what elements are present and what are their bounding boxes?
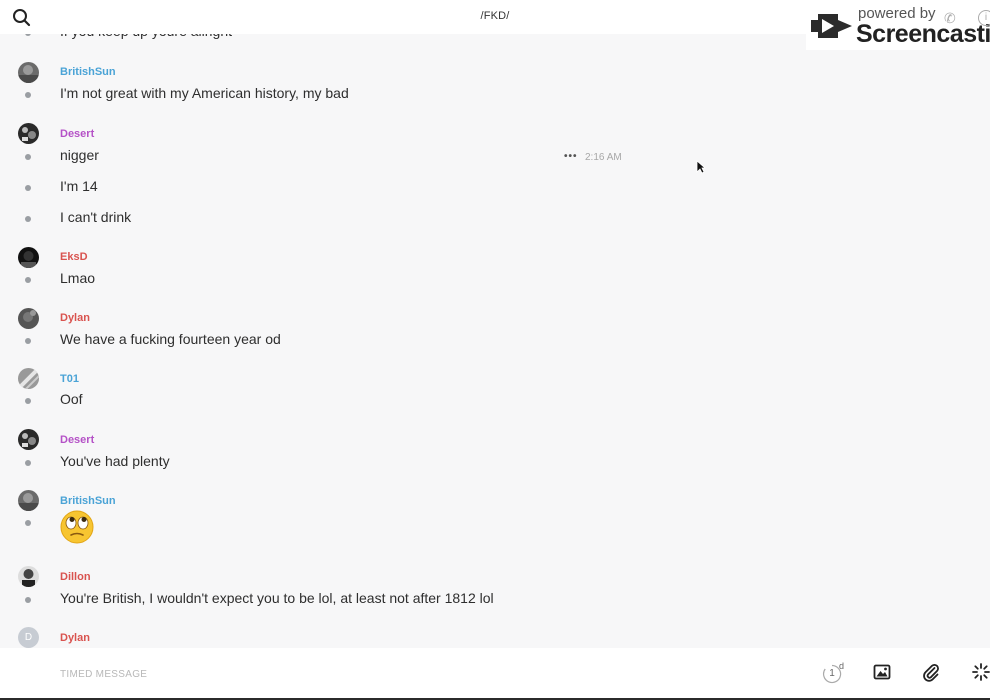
username[interactable]: Desert — [60, 434, 94, 446]
image-icon — [873, 664, 891, 680]
screencastify-watermark: powered by Screencastify ✆ i — [806, 2, 990, 50]
message-text: I can't drink — [60, 209, 132, 225]
avatar[interactable] — [18, 429, 39, 450]
username[interactable]: Dylan — [60, 312, 90, 324]
timer-button[interactable]: 1 d — [822, 661, 845, 684]
message-line[interactable]: nigger ••• 2:16 AM — [0, 147, 990, 167]
avatar[interactable] — [18, 368, 39, 389]
message-text: Oof — [60, 391, 83, 407]
message-bullet — [25, 154, 31, 160]
message-line[interactable]: Oof — [0, 391, 990, 411]
composer-bar: 1 d — [0, 648, 990, 700]
screencastify-logo — [811, 14, 852, 38]
message-line[interactable]: I'm not great with my American history, … — [0, 85, 990, 105]
message-bullet — [25, 216, 31, 222]
message-bullet — [25, 520, 31, 526]
message-text: nigger — [60, 147, 99, 163]
message-line[interactable]: Lmao — [0, 270, 990, 290]
message-line[interactable]: You've had plenty — [0, 453, 990, 473]
message-text: You've had plenty — [60, 453, 170, 469]
timer-unit: d — [839, 661, 845, 671]
message-input[interactable] — [60, 664, 800, 684]
message-bullet — [25, 185, 31, 191]
more-options-button[interactable]: ••• — [564, 151, 578, 162]
username[interactable]: BritishSun — [60, 66, 116, 78]
avatar[interactable] — [18, 566, 39, 587]
message-bullet — [25, 277, 31, 283]
avatar[interactable] — [18, 62, 39, 83]
watermark-brand: Screencastify — [856, 20, 990, 48]
message-text: Lmao — [60, 270, 96, 286]
username[interactable]: Desert — [60, 128, 94, 140]
message-bullet — [25, 597, 31, 603]
attach-button[interactable] — [921, 662, 941, 682]
phone-icon[interactable]: ✆ — [944, 10, 956, 27]
message-line[interactable]: I'm 14 — [0, 178, 990, 198]
message-line[interactable]: We have a fucking fourteen year od — [0, 331, 990, 351]
message-bullet — [25, 92, 31, 98]
avatar[interactable] — [18, 247, 39, 268]
avatar[interactable] — [18, 490, 39, 511]
avatar[interactable]: D — [18, 627, 39, 648]
message-text: I'm 14 — [60, 178, 98, 194]
username[interactable]: EksD — [60, 251, 88, 263]
paperclip-icon — [923, 663, 939, 682]
message-line[interactable]: I can't drink — [0, 209, 990, 229]
avatar[interactable] — [18, 308, 39, 329]
message-text: We have a fucking fourteen year od — [60, 331, 281, 347]
avatar[interactable] — [18, 123, 39, 144]
message-line[interactable] — [0, 510, 990, 546]
message-text: You're British, I wouldn't expect you to… — [60, 590, 494, 606]
sparkle-icon — [972, 663, 990, 681]
username[interactable]: T01 — [60, 373, 79, 385]
face-with-rolling-eyes-icon — [60, 510, 94, 544]
message-feed: If you keep up youre allright BritishSun… — [0, 0, 990, 648]
image-button[interactable] — [872, 662, 892, 682]
username[interactable]: Dylan — [60, 632, 90, 644]
username[interactable]: BritishSun — [60, 495, 116, 507]
message-bullet — [25, 338, 31, 344]
username[interactable]: Dillon — [60, 571, 91, 583]
message-timestamp: 2:16 AM — [585, 152, 622, 163]
message-line[interactable]: You're British, I wouldn't expect you to… — [0, 590, 990, 610]
mouse-cursor-icon — [696, 160, 706, 174]
message-bullet — [25, 460, 31, 466]
message-text: I'm not great with my American history, … — [60, 85, 349, 101]
message-bullet — [25, 398, 31, 404]
info-icon[interactable]: i — [978, 10, 990, 26]
effects-button[interactable] — [971, 662, 990, 682]
